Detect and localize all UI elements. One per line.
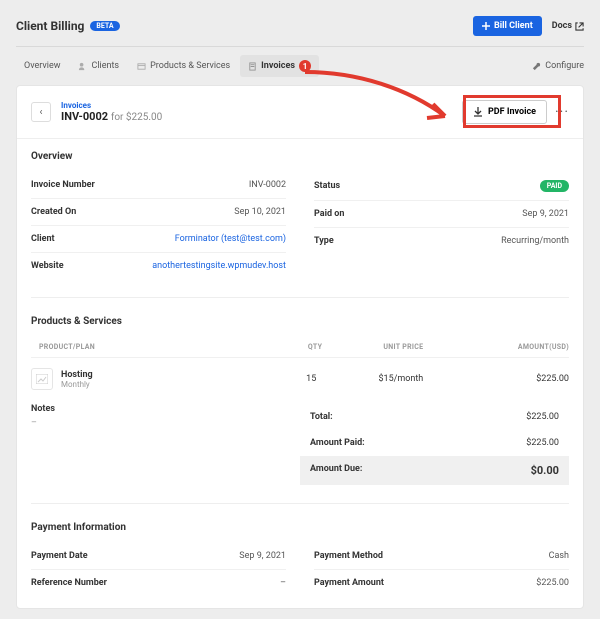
pdf-invoice-label: PDF Invoice <box>488 107 536 117</box>
bill-client-button[interactable]: Bill Client <box>473 16 542 36</box>
payment-amount-value: $225.00 <box>536 578 569 588</box>
invoice-header: ‹ Invoices INV-0002 for $225.00 PDF Invo… <box>17 86 583 139</box>
paid-on-value: Sep 9, 2021 <box>522 209 569 219</box>
divider <box>31 297 569 298</box>
tab-clients[interactable]: Clients <box>70 56 127 76</box>
products-table-header: PRODUCT/PLAN QTY UNIT PRICE AMOUNT(USD) <box>31 337 569 358</box>
plus-icon <box>482 22 490 30</box>
configure-link[interactable]: Configure <box>532 61 584 71</box>
created-on-value: Sep 10, 2021 <box>234 207 286 217</box>
reference-number-value: – <box>280 578 286 588</box>
product-name: Hosting <box>61 370 93 380</box>
top-bar: Client Billing BETA Bill Client Docs <box>16 10 584 46</box>
product-unit-price: $15/month <box>345 374 457 384</box>
notes-heading: Notes <box>31 404 300 414</box>
overview-heading: Overview <box>31 151 569 162</box>
invoice-number-value: INV-0002 <box>249 180 286 190</box>
page-title: Client Billing <box>16 19 84 33</box>
totals-block: Total:$225.00 Amount Paid:$225.00 Amount… <box>300 404 569 485</box>
payment-date-value: Sep 9, 2021 <box>239 551 286 561</box>
notes-value: – <box>31 418 300 428</box>
divider <box>16 46 584 47</box>
tab-bar: Overview Clients Products & Services Inv… <box>16 55 584 85</box>
type-value: Recurring/month <box>501 236 569 246</box>
pdf-invoice-button[interactable]: PDF Invoice <box>462 100 547 124</box>
tab-overview[interactable]: Overview <box>16 56 68 76</box>
products-section: Products & Services PRODUCT/PLAN QTY UNI… <box>17 304 583 497</box>
invoices-count-badge: 1 <box>299 60 311 72</box>
wrench-icon <box>532 62 541 71</box>
website-link[interactable]: anothertestingsite.wpmudev.host <box>152 261 286 271</box>
invoice-number-title: INV-0002 <box>61 110 108 123</box>
total-value: $225.00 <box>526 412 559 422</box>
invoice-card: ‹ Invoices INV-0002 for $225.00 PDF Invo… <box>16 85 584 609</box>
external-link-icon <box>575 22 584 31</box>
product-sub: Monthly <box>61 380 93 389</box>
product-amount: $225.00 <box>457 374 569 384</box>
image-placeholder-icon <box>31 368 53 390</box>
people-icon <box>78 62 87 71</box>
bill-client-label: Bill Client <box>494 21 533 31</box>
tab-products[interactable]: Products & Services <box>129 56 238 76</box>
payment-heading: Payment Information <box>31 522 569 533</box>
divider <box>31 503 569 504</box>
status-badge: PAID <box>540 180 569 192</box>
product-row: Hosting Monthly 15 $15/month $225.00 <box>31 358 569 400</box>
overview-section: Overview Invoice NumberINV-0002 Created … <box>17 139 583 291</box>
docs-label: Docs <box>552 21 572 31</box>
payment-section: Payment Information Payment DateSep 9, 2… <box>17 510 583 608</box>
document-icon <box>248 62 257 71</box>
more-menu[interactable]: ··· <box>555 104 569 120</box>
docs-link[interactable]: Docs <box>552 21 584 31</box>
notes-block: Notes – <box>31 404 300 485</box>
client-link[interactable]: Forminator (test@test.com) <box>175 234 286 244</box>
download-icon <box>473 107 483 117</box>
invoice-for-price: for $225.00 <box>111 112 162 123</box>
payment-method-value: Cash <box>549 551 569 561</box>
products-heading: Products & Services <box>31 316 569 327</box>
back-button[interactable]: ‹ <box>31 102 51 122</box>
beta-badge: BETA <box>90 21 119 31</box>
amount-due-value: $0.00 <box>531 464 559 477</box>
product-qty: 15 <box>278 374 345 384</box>
amount-paid-value: $225.00 <box>526 438 559 448</box>
package-icon <box>137 62 146 71</box>
tab-invoices[interactable]: Invoices 1 <box>240 55 319 77</box>
breadcrumb-invoices[interactable]: Invoices <box>61 101 162 110</box>
